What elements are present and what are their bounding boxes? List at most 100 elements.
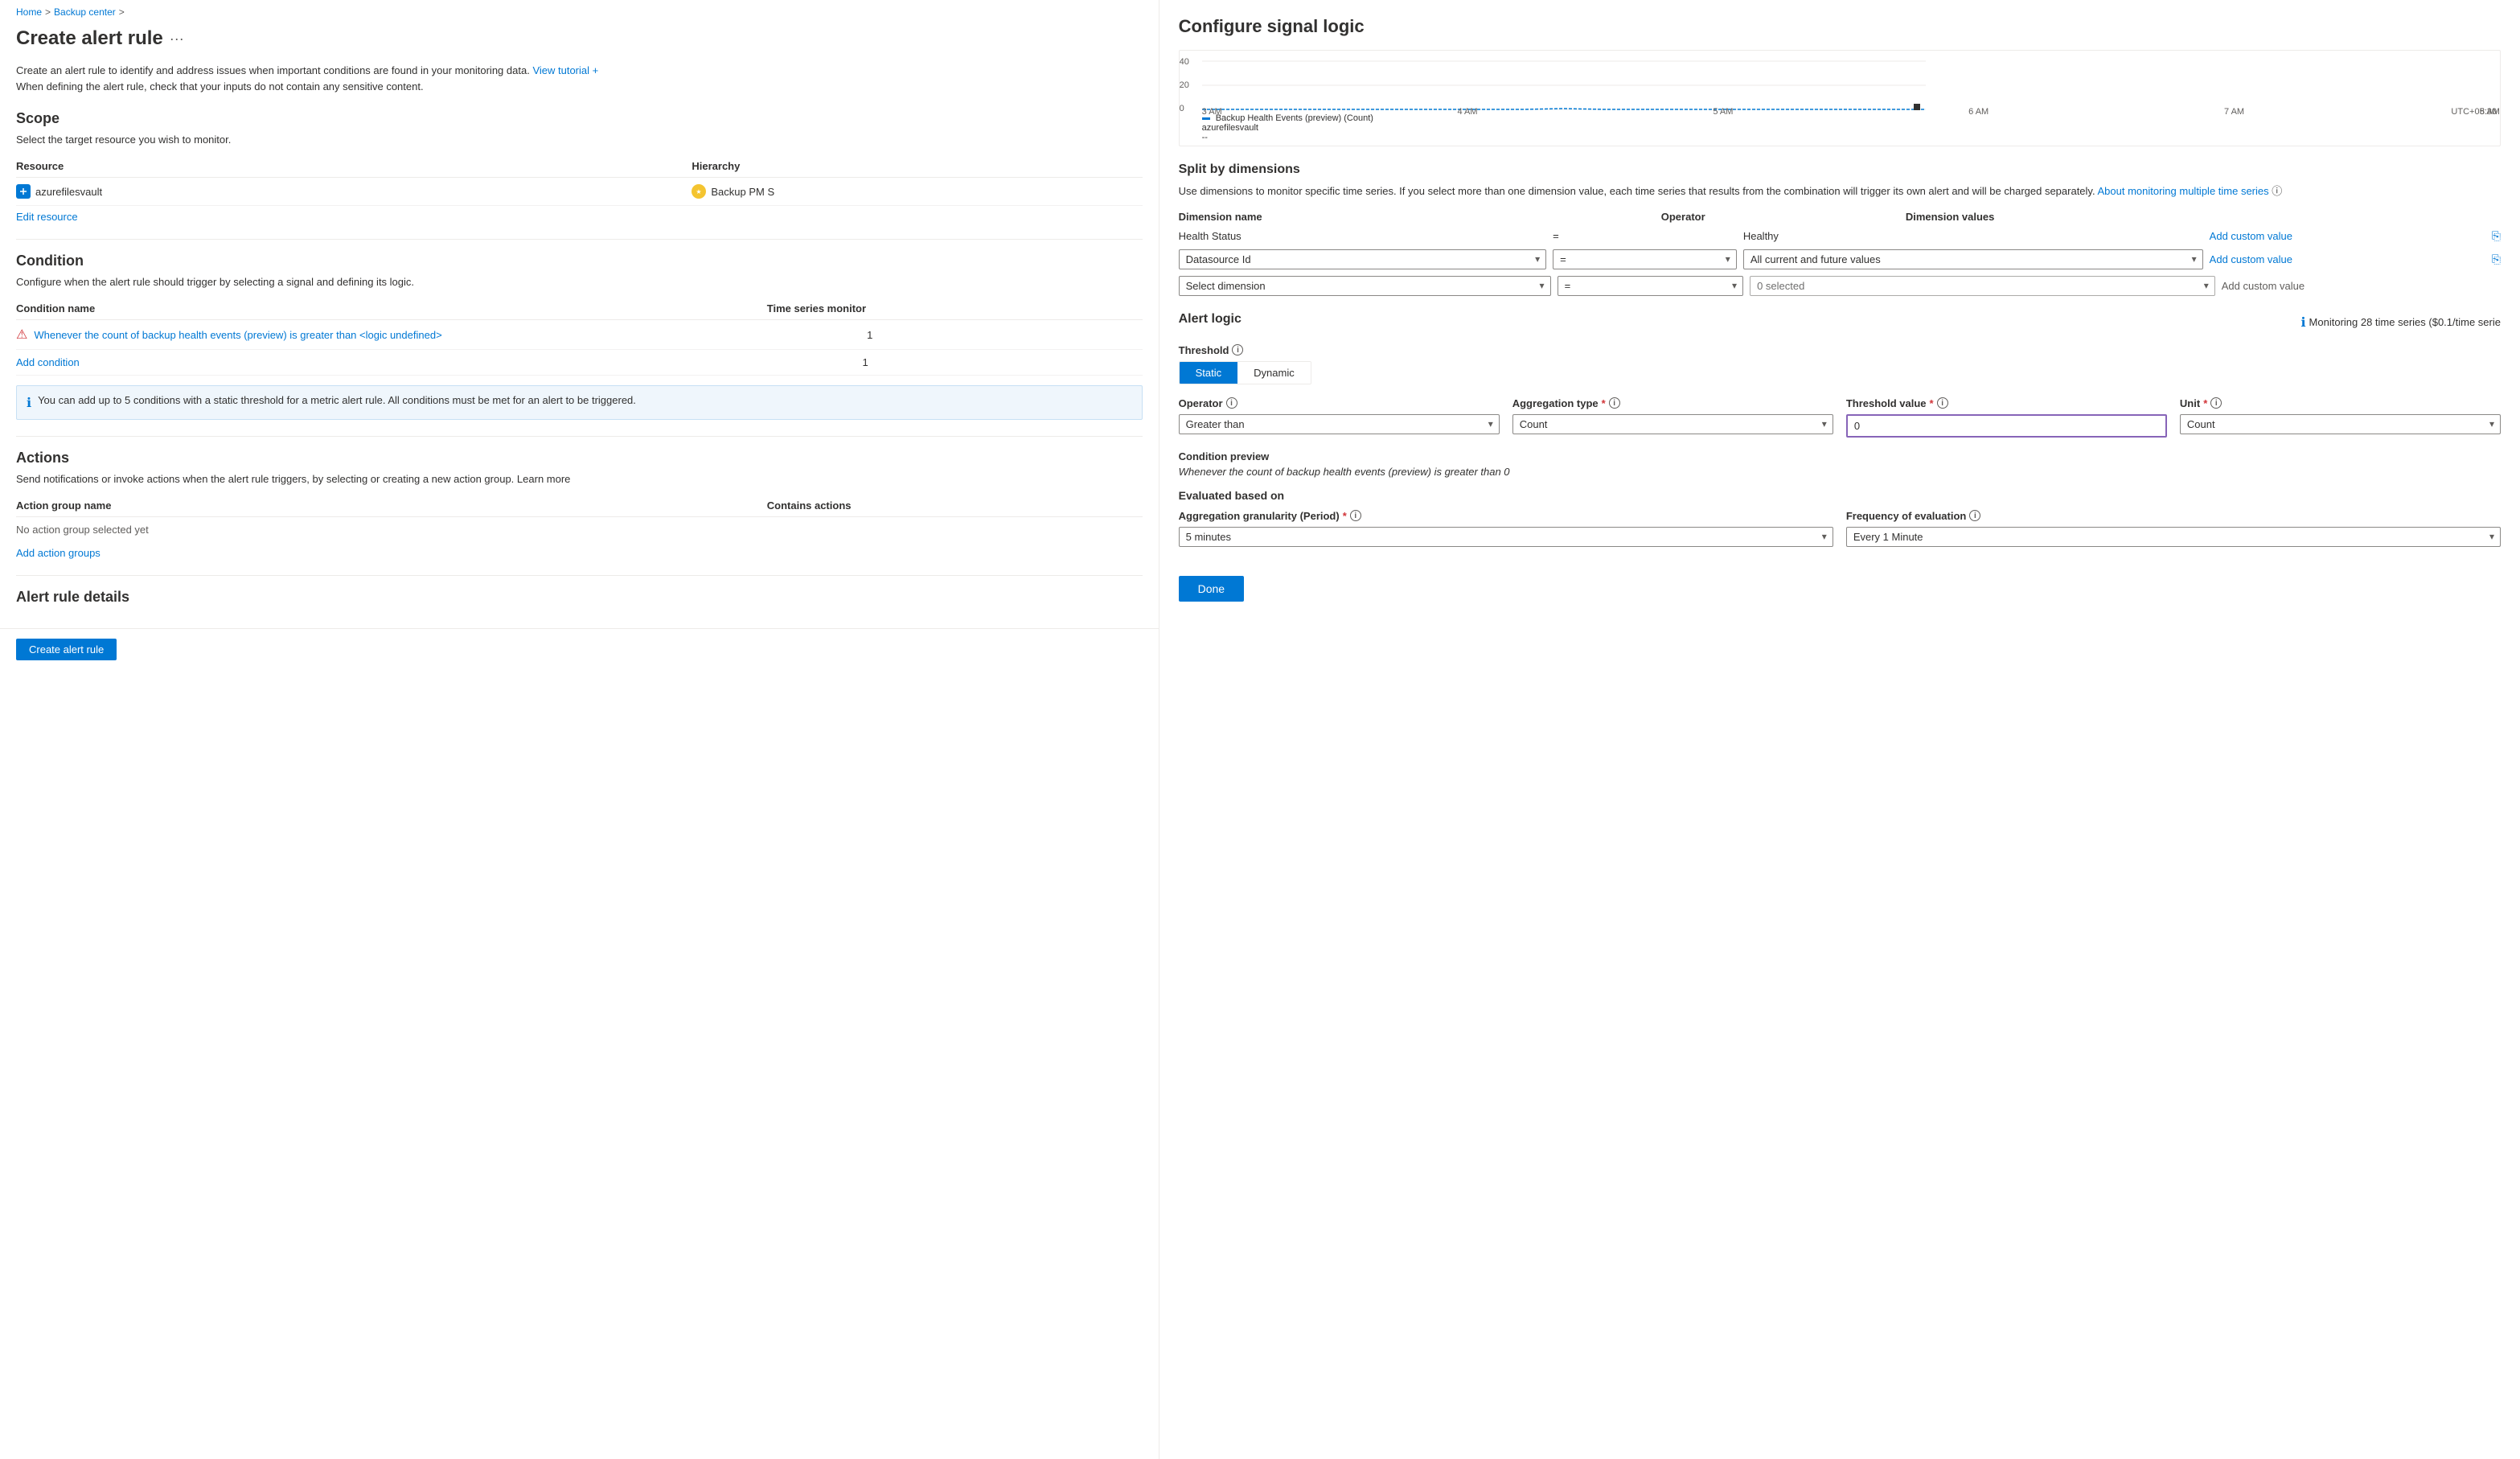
condition-desc: Configure when the alert rule should tri…	[16, 276, 1143, 288]
agg-granularity-select[interactable]: 5 minutes	[1179, 527, 1833, 547]
evaluated-title: Evaluated based on	[1179, 489, 2501, 502]
edit-resource-link[interactable]: Edit resource	[16, 211, 1143, 223]
static-threshold-button[interactable]: Static	[1180, 362, 1238, 384]
dim-datasource-op-wrapper: =	[1553, 249, 1737, 269]
alert-details-title: Alert rule details	[16, 589, 1143, 606]
dim-datasource-row: Datasource Id = All current and future v…	[1179, 249, 2501, 269]
add-action-groups-link[interactable]: Add action groups	[16, 547, 1143, 559]
dim-datasource-op-select[interactable]: =	[1553, 249, 1737, 269]
col-condition-name: Condition name	[16, 302, 767, 314]
scope-title: Scope	[16, 110, 1143, 127]
dynamic-threshold-button[interactable]: Dynamic	[1237, 362, 1311, 384]
evaluated-section: Evaluated based on Aggregation granulari…	[1179, 489, 2501, 547]
operator-info-circle[interactable]: i	[1226, 397, 1237, 409]
alert-logic-title: Alert logic	[1179, 312, 1242, 327]
agg-type-select-wrapper: Count	[1512, 414, 1833, 434]
done-button[interactable]: Done	[1179, 576, 1244, 602]
col-action-name: Action group name	[16, 499, 767, 512]
dim-empty-row: Select dimension = 0 selected Add custom…	[1179, 276, 2501, 296]
add-condition-link[interactable]: Add condition	[16, 356, 856, 368]
dim-empty-name-select[interactable]: Select dimension	[1179, 276, 1551, 296]
chart-timezone: UTC+05:30	[2451, 107, 2497, 117]
dim-col-val-header: Dimension values	[1906, 211, 2501, 223]
chart-legend-dot	[1202, 117, 1210, 120]
chart-area: 40 20 0 3 AM 4 AM 5 AM 6 AM 7 AM 8 AM UT…	[1179, 50, 2501, 146]
dim-empty-val-select[interactable]: 0 selected	[1750, 276, 2215, 296]
dim-col-name-header: Dimension name	[1179, 211, 1655, 223]
chart-y-labels: 40 20 0	[1180, 57, 1189, 113]
condition-section: Condition Configure when the alert rule …	[0, 253, 1159, 436]
dim-datasource-name-select[interactable]: Datasource Id	[1179, 249, 1546, 269]
copy-icon-2[interactable]: ⎘	[2492, 253, 2501, 266]
unit-select[interactable]: Count	[2180, 414, 2501, 434]
agg-type-required: *	[1602, 397, 1606, 409]
more-options-button[interactable]: ···	[170, 31, 184, 47]
freq-info-circle[interactable]: i	[1969, 510, 1980, 521]
monitoring-info-icon: ℹ	[2300, 314, 2305, 331]
about-info-circle: ⓘ	[2272, 185, 2282, 197]
hierarchy-name: Backup PM S	[711, 186, 774, 198]
condition-preview: Condition preview Whenever the count of …	[1179, 450, 2501, 478]
agg-granularity-required: *	[1343, 510, 1347, 522]
view-tutorial-link[interactable]: View tutorial +	[532, 64, 598, 76]
no-action-row: No action group selected yet	[16, 517, 1143, 542]
operator-field-group: Operator i Greater than	[1179, 397, 1500, 438]
dim-col-op-header: Operator	[1661, 211, 1899, 223]
freq-select-wrapper: Every 1 Minute	[1846, 527, 2501, 547]
operator-label: Operator i	[1179, 397, 1500, 409]
copy-icon-1[interactable]: ⎘	[2492, 229, 2501, 243]
evaluated-fields-row: Aggregation granularity (Period) * i 5 m…	[1179, 510, 2501, 547]
agg-type-info-circle[interactable]: i	[1609, 397, 1620, 409]
resource-name: azurefilesvault	[35, 186, 102, 198]
freq-select[interactable]: Every 1 Minute	[1846, 527, 2501, 547]
condition-info-text: You can add up to 5 conditions with a st…	[38, 394, 636, 406]
col-timeseries: Time series monitor	[767, 302, 1143, 314]
dim-empty-op-wrapper: =	[1558, 276, 1743, 296]
about-monitoring-link[interactable]: About monitoring multiple time series	[2097, 185, 2268, 197]
dim-add-custom-2[interactable]: Add custom value	[2210, 253, 2485, 265]
agg-granularity-info-circle[interactable]: i	[1350, 510, 1361, 521]
divider-3	[16, 575, 1143, 576]
threshold-info-circle[interactable]: i	[1232, 344, 1243, 356]
dim-add-custom-1[interactable]: Add custom value	[2210, 230, 2485, 242]
breadcrumb-home[interactable]: Home	[16, 6, 42, 18]
dim-empty-op-select[interactable]: =	[1558, 276, 1743, 296]
breadcrumb: Home > Backup center >	[0, 0, 1159, 24]
unit-label: Unit * i	[2180, 397, 2501, 409]
unit-info-circle[interactable]: i	[2210, 397, 2222, 409]
operator-select[interactable]: Greater than	[1179, 414, 1500, 434]
col-contains: Contains actions	[767, 499, 1143, 512]
agg-granularity-field-group: Aggregation granularity (Period) * i 5 m…	[1179, 510, 1833, 547]
divider-1	[16, 239, 1143, 240]
divider-2	[16, 436, 1143, 437]
condition-link[interactable]: Whenever the count of backup health even…	[34, 329, 860, 341]
split-dimensions-desc: Use dimensions to monitor specific time …	[1179, 183, 2501, 199]
description-area: Create an alert rule to identify and add…	[0, 63, 1159, 110]
learn-more-link[interactable]: Learn more	[517, 473, 570, 485]
agg-type-select[interactable]: Count	[1512, 414, 1833, 434]
add-condition-num: 1	[856, 356, 1142, 368]
dim-add-custom-3: Add custom value	[2222, 280, 2501, 292]
operator-select-wrapper: Greater than	[1179, 414, 1500, 434]
unit-required: *	[2203, 397, 2207, 409]
info-icon: ℹ	[27, 395, 31, 411]
chart-legend: Backup Health Events (preview) (Count) a…	[1202, 113, 1373, 142]
breadcrumb-sep2: >	[119, 6, 125, 18]
breadcrumb-backup[interactable]: Backup center	[54, 6, 116, 18]
threshold-val-info-circle[interactable]: i	[1937, 397, 1948, 409]
condition-row: ⚠ Whenever the count of backup health ev…	[16, 320, 1143, 350]
right-panel: Configure signal logic 40 20 0 3 AM 4 AM…	[1159, 0, 2520, 1459]
condition-title: Condition	[16, 253, 1143, 269]
threshold-value-input[interactable]	[1846, 414, 2167, 438]
condition-num: 1	[860, 329, 1143, 341]
dim-datasource-val-select[interactable]: All current and future values	[1743, 249, 2203, 269]
page-title-row: Create alert rule ···	[0, 24, 1159, 63]
right-title: Configure signal logic	[1179, 16, 2501, 37]
condition-info-box: ℹ You can add up to 5 conditions with a …	[16, 385, 1143, 420]
dim-health-status-name: Health Status	[1179, 230, 1546, 242]
create-alert-rule-button[interactable]: Create alert rule	[16, 639, 117, 660]
chart-legend-name: Backup Health Events (preview) (Count)	[1216, 113, 1373, 123]
scope-table-header: Resource Hierarchy	[16, 155, 1143, 178]
threshold-val-required: *	[1930, 397, 1934, 409]
dim-empty-val-wrapper: 0 selected	[1750, 276, 2215, 296]
